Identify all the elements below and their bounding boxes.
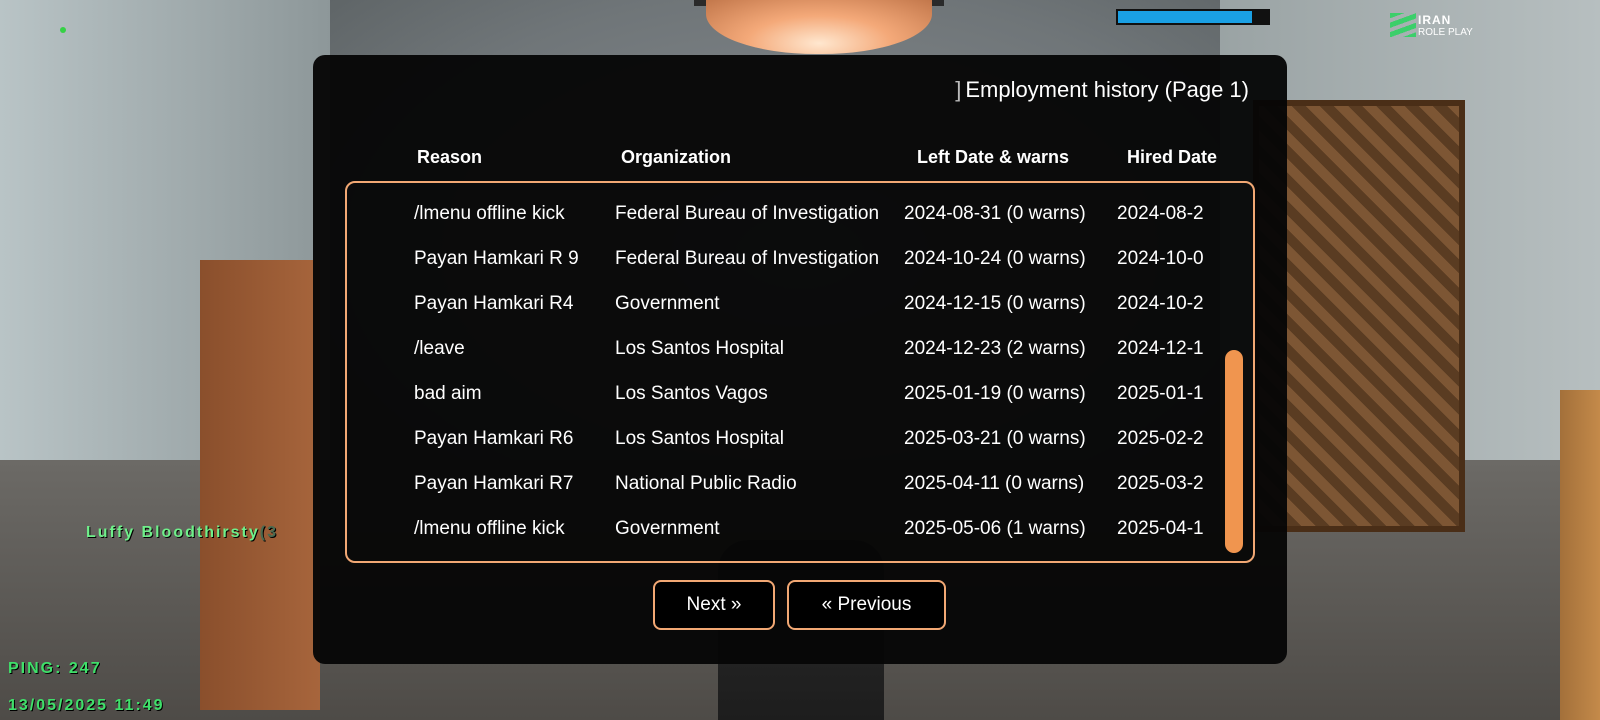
cell-reason: Payan Hamkari R 9 xyxy=(414,248,579,269)
cell-reason: /lmenu offline kick xyxy=(414,203,565,224)
nametag-name: Luffy Bloodthirsty xyxy=(86,524,260,541)
scene-ceiling-lamp xyxy=(706,0,932,54)
column-header-left-date: Left Date & warns xyxy=(917,147,1070,167)
cell-organization: National Public Radio xyxy=(615,473,797,494)
health-bar-fill xyxy=(1118,11,1252,23)
nametag-id: (3 xyxy=(259,524,278,541)
cell-reason: /leave xyxy=(414,338,465,359)
cell-hired-date: 2024-08-2 xyxy=(1117,203,1204,224)
table-row[interactable]: Payan Hamkari R 9 Federal Bureau of Inve… xyxy=(347,236,1237,281)
logo-mark-icon xyxy=(1390,13,1416,37)
dialog-title: ] Employment history (Page 1) xyxy=(955,77,1249,103)
cell-reason: Payan Hamkari R7 xyxy=(414,473,574,494)
cell-reason: Payan Hamkari R6 xyxy=(414,428,574,449)
cell-hired-date: 2025-01-1 xyxy=(1117,383,1204,404)
column-header-hired-date: Hired Date xyxy=(1127,147,1218,167)
history-list[interactable]: /lmenu offline kick Federal Bureau of In… xyxy=(345,181,1255,563)
scene-door xyxy=(1560,390,1600,720)
cell-organization: Government xyxy=(615,293,720,314)
cell-organization: Government xyxy=(615,518,720,539)
table-row[interactable]: bad aim Los Santos Vagos 2025-01-19 (0 w… xyxy=(347,371,1237,416)
cell-left-date: 2024-12-15 (0 warns) xyxy=(904,293,1086,314)
cell-hired-date: 2025-04-1 xyxy=(1117,518,1204,539)
cell-hired-date: 2025-03-2 xyxy=(1117,473,1204,494)
dialog-title-text: Employment history (Page 1) xyxy=(965,77,1249,102)
table-row[interactable]: Payan Hamkari R6 Los Santos Hospital 202… xyxy=(347,416,1237,461)
cell-left-date: 2024-08-31 (0 warns) xyxy=(904,203,1086,224)
cell-hired-date: 2024-12-1 xyxy=(1117,338,1204,359)
cell-reason: bad aim xyxy=(414,383,482,404)
player-nametag: Luffy Bloodthirsty(3 xyxy=(86,524,278,542)
health-bar xyxy=(1116,9,1270,25)
cell-hired-date: 2025-02-2 xyxy=(1117,428,1204,449)
cell-left-date: 2025-03-21 (0 warns) xyxy=(904,428,1086,449)
cell-organization: Los Santos Hospital xyxy=(615,428,784,449)
list-scrollbar[interactable] xyxy=(1225,191,1243,553)
next-page-button[interactable]: Next » xyxy=(653,580,775,630)
server-logo: IRAN ROLE PLAY xyxy=(1390,11,1490,41)
ping-readout: PING: 247 xyxy=(8,660,102,677)
column-header-reason: Reason xyxy=(417,147,483,167)
cell-organization: Los Santos Hospital xyxy=(615,338,784,359)
cell-left-date: 2024-10-24 (0 warns) xyxy=(904,248,1086,269)
cell-left-date: 2024-12-23 (2 warns) xyxy=(904,338,1086,359)
cell-left-date: 2025-05-06 (1 warns) xyxy=(904,518,1086,539)
table-row[interactable]: /lmenu offline kick Government 2025-05-0… xyxy=(347,506,1237,551)
cell-reason: Payan Hamkari R4 xyxy=(414,293,574,314)
cell-left-date: 2025-01-19 (0 warns) xyxy=(904,383,1086,404)
table-row[interactable]: /leave Los Santos Hospital 2024-12-23 (2… xyxy=(347,326,1237,371)
title-bracket: ] xyxy=(955,77,962,102)
cell-organization: Federal Bureau of Investigation xyxy=(615,248,880,269)
logo-line2: ROLE PLAY xyxy=(1418,27,1473,38)
cell-organization: Federal Bureau of Investigation xyxy=(615,203,880,224)
cell-hired-date: 2024-10-2 xyxy=(1117,293,1204,314)
table-row[interactable]: /lmenu offline kick Federal Bureau of In… xyxy=(347,191,1237,236)
cell-hired-date: 2024-10-0 xyxy=(1117,248,1204,269)
column-header-organization: Organization xyxy=(621,147,732,167)
table-row[interactable]: Payan Hamkari R7 National Public Radio 2… xyxy=(347,461,1237,506)
cell-left-date: 2025-04-11 (0 warns) xyxy=(904,473,1085,494)
employment-history-dialog: ] Employment history (Page 1) Reason Orga… xyxy=(313,55,1287,664)
scrollbar-thumb[interactable] xyxy=(1225,350,1243,553)
logo-line1: IRAN xyxy=(1418,13,1452,27)
datetime-readout: 13/05/2025 11:49 xyxy=(8,697,165,714)
radar-dot-icon xyxy=(60,27,66,33)
cell-reason: /lmenu offline kick xyxy=(414,518,565,539)
cell-organization: Los Santos Vagos xyxy=(615,383,768,404)
table-row[interactable]: Payan Hamkari R4 Government 2024-12-15 (… xyxy=(347,281,1237,326)
previous-page-button[interactable]: « Previous xyxy=(787,580,946,630)
scene-cabinet xyxy=(200,260,320,710)
